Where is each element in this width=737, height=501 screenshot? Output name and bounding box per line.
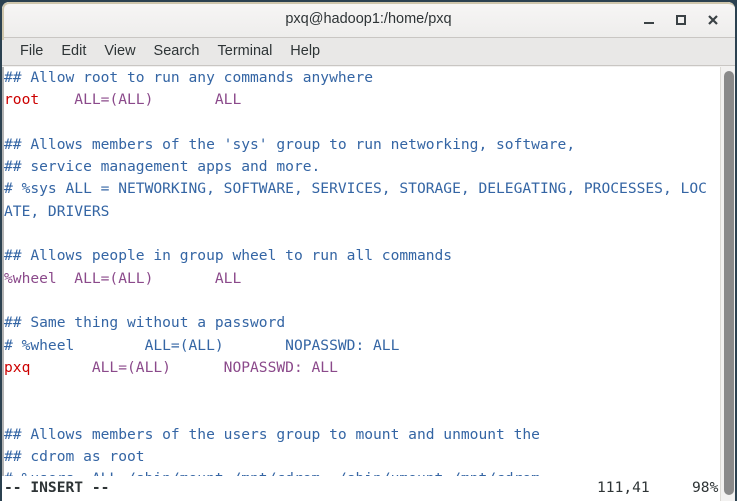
vim-buffer-line: ## service management apps and more. <box>4 156 720 178</box>
vim-text-span: # %sys ALL = NETWORKING, SOFTWARE, SERVI… <box>4 180 707 198</box>
vim-text-span: pxq <box>4 358 31 376</box>
scrollbar-thumb[interactable] <box>724 71 734 495</box>
vim-text-span: ## cdrom as root <box>4 448 145 466</box>
maximize-button[interactable] <box>669 8 693 32</box>
menu-bar: File Edit View Search Terminal Help <box>2 38 735 66</box>
vim-text-span: ## Same thing without a password <box>4 314 286 332</box>
window-frame-inner: pxq@hadoop1:/home/pxq File Edit View Sea… <box>2 2 735 501</box>
close-button[interactable] <box>701 8 725 32</box>
vim-buffer-line: ## Allows members of the users group to … <box>4 424 720 446</box>
vim-text-span: root <box>4 91 40 109</box>
vim-text-span: ## Allows members of the 'sys' group to … <box>4 135 576 153</box>
vim-cursor-position: 111,41 <box>597 479 650 496</box>
vim-scroll-percent: 98% <box>692 479 719 496</box>
vim-mode-indicator: -- INSERT -- <box>4 479 110 496</box>
window-title: pxq@hadoop1:/home/pxq <box>285 11 452 27</box>
vim-status-line: -- INSERT -- 111,41 98% <box>2 476 718 501</box>
menu-item-terminal[interactable]: Terminal <box>209 40 282 63</box>
vim-buffer-line <box>4 401 720 423</box>
menu-item-edit[interactable]: Edit <box>52 40 95 63</box>
vim-buffer-line: # %wheel ALL=(ALL) NOPASSWD: ALL <box>4 335 720 357</box>
terminal-window: pxq@hadoop1:/home/pxq File Edit View Sea… <box>0 0 737 501</box>
vim-buffer-line: root ALL=(ALL) ALL <box>4 89 720 111</box>
vim-buffer-line <box>4 223 720 245</box>
maximize-icon <box>676 15 686 25</box>
minimize-button[interactable] <box>637 8 661 32</box>
vim-text-span: ALL=(ALL) ALL <box>56 269 242 287</box>
vim-text-span: ## Allow root to run any commands anywhe… <box>4 69 374 86</box>
vim-text-span: %wheel <box>4 269 57 287</box>
vim-text-span: ## service management apps and more. <box>4 158 321 176</box>
vim-text-span: ## Allows members of the users group to … <box>4 425 540 443</box>
vim-buffer-line: %wheel ALL=(ALL) ALL <box>4 268 720 290</box>
vim-text-span: ## Allows people in group wheel to run a… <box>4 247 453 265</box>
title-bar[interactable]: pxq@hadoop1:/home/pxq <box>2 2 735 38</box>
vim-buffer-line: # %sys ALL = NETWORKING, SOFTWARE, SERVI… <box>4 178 720 200</box>
vim-buffer-line: ## Allows people in group wheel to run a… <box>4 245 720 267</box>
vim-buffer-line: ## Allows members of the 'sys' group to … <box>4 134 720 156</box>
vim-text-span: ATE, DRIVERS <box>4 202 110 220</box>
close-icon <box>708 15 718 25</box>
menu-item-search[interactable]: Search <box>145 40 209 63</box>
vim-buffer-line <box>4 112 720 134</box>
vim-buffer-line <box>4 290 720 312</box>
vim-buffer-line: ## Same thing without a password <box>4 312 720 334</box>
vim-text-span: ALL=(ALL) ALL <box>39 91 242 109</box>
vertical-scrollbar[interactable] <box>720 67 735 501</box>
minimize-icon <box>644 22 654 24</box>
terminal-screen[interactable]: ## Allow root to run any commands anywhe… <box>2 67 735 501</box>
vim-buffer-line: pxq ALL=(ALL) NOPASSWD: ALL <box>4 357 720 379</box>
vim-buffer-line <box>4 379 720 401</box>
menu-item-file[interactable]: File <box>11 40 52 63</box>
vim-buffer-line: ATE, DRIVERS <box>4 201 720 223</box>
vim-buffer-text: ## Allow root to run any commands anywhe… <box>4 67 720 501</box>
vim-text-span: # %wheel ALL=(ALL) NOPASSWD: ALL <box>4 336 400 354</box>
vim-buffer-line: ## Allow root to run any commands anywhe… <box>4 67 720 89</box>
menu-item-view[interactable]: View <box>95 40 144 63</box>
vim-buffer-line: ## cdrom as root <box>4 446 720 468</box>
vim-text-span: ALL=(ALL) NOPASSWD: ALL <box>30 358 338 376</box>
menu-item-help[interactable]: Help <box>281 40 329 63</box>
